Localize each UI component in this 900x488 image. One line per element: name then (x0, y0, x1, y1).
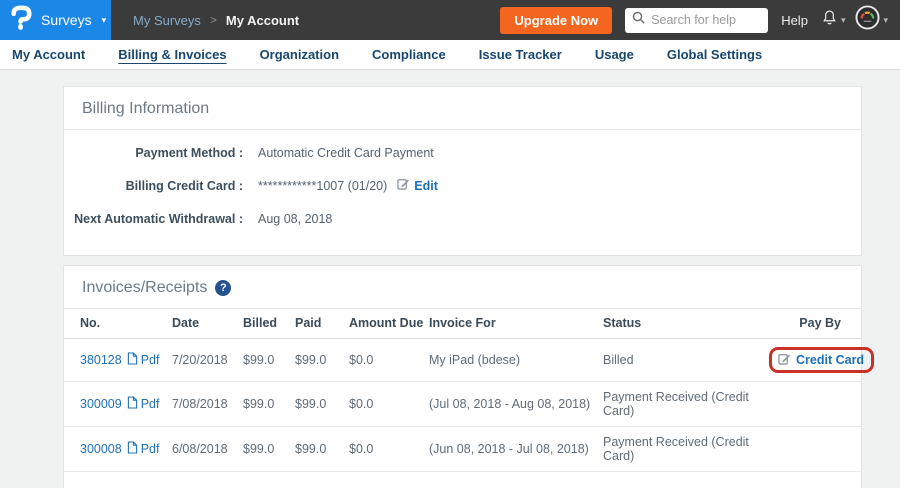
tab-my-account[interactable]: My Account (12, 47, 85, 62)
invoice-for: My iPad (bdese) (429, 339, 603, 382)
help-question-icon[interactable]: ? (215, 280, 231, 296)
invoice-pay-by (769, 427, 861, 472)
help-link[interactable]: Help (781, 13, 808, 28)
invoice-status: Payment Received (Credit Card) (603, 427, 769, 472)
table-row: 300008 Pdf (64, 427, 861, 472)
col-paid: Paid (295, 309, 349, 339)
upgrade-now-button[interactable]: Upgrade Now (500, 7, 612, 34)
col-billed: Billed (243, 309, 295, 339)
payment-method-row: Payment Method : Automatic Credit Card P… (64, 144, 861, 163)
pdf-file-icon (127, 441, 138, 457)
tab-issue-tracker[interactable]: Issue Tracker (479, 47, 562, 62)
chevron-down-icon: ▾ (841, 15, 846, 26)
invoice-date: 7/20/2018 (172, 339, 243, 382)
pdf-link[interactable]: Pdf (127, 396, 160, 412)
invoices-panel-title: Invoices/Receipts (82, 279, 207, 297)
product-label: Surveys (41, 12, 92, 28)
invoice-for: (Jul 08, 2018 - Aug 08, 2018) (429, 382, 603, 427)
next-withdrawal-row: Next Automatic Withdrawal : Aug 08, 2018 (64, 210, 861, 229)
tab-organization[interactable]: Organization (260, 47, 339, 62)
invoice-paid: $99.0 (295, 382, 349, 427)
payment-method-label: Payment Method : (64, 144, 243, 163)
pdf-file-icon (127, 396, 138, 412)
invoice-date: 6/08/2018 (172, 427, 243, 472)
edit-link-label[interactable]: Edit (414, 177, 438, 196)
tab-billing-invoices[interactable]: Billing & Invoices (118, 47, 226, 62)
invoice-number-link[interactable]: 300009 (80, 397, 122, 411)
questionpro-logo-icon (10, 4, 32, 36)
pdf-link-label[interactable]: Pdf (141, 353, 160, 367)
breadcrumb-separator: > (210, 13, 217, 27)
chevron-down-icon: ▾ (102, 15, 107, 26)
invoice-amount-due: $0.0 (349, 382, 429, 427)
edit-icon (397, 177, 410, 196)
billing-credit-card-value: ************1007 (01/20) (258, 177, 387, 196)
breadcrumb: My Surveys > My Account (133, 13, 299, 28)
breadcrumb-current: My Account (226, 13, 299, 28)
invoice-billed: $99.0 (243, 339, 295, 382)
next-withdrawal-label: Next Automatic Withdrawal : (64, 210, 243, 229)
account-nav-tabs: My Account Billing & Invoices Organizati… (0, 40, 900, 70)
edit-credit-card-link[interactable]: Edit (397, 177, 438, 196)
pay-by-link-label[interactable]: Credit Card (796, 353, 864, 367)
chevron-down-icon: ▾ (883, 15, 888, 26)
invoice-billed: $99.0 (243, 427, 295, 472)
col-no: No. (64, 309, 172, 339)
next-withdrawal-value: Aug 08, 2018 (258, 210, 332, 229)
invoice-amount-due: $0.0 (349, 427, 429, 472)
invoices-header-row: No. Date Billed Paid Amount Due Invoice … (64, 309, 861, 339)
invoice-pay-by (769, 382, 861, 427)
col-status: Status (603, 309, 769, 339)
billing-credit-card-label: Billing Credit Card : (64, 177, 243, 196)
invoice-status: Payment Received (Credit Card) (603, 382, 769, 427)
bell-icon (821, 8, 838, 32)
tab-usage[interactable]: Usage (595, 47, 634, 62)
invoice-for: (Jun 08, 2018 - Jul 08, 2018) (429, 427, 603, 472)
col-invoice-for: Invoice For (429, 309, 603, 339)
search-input[interactable] (651, 13, 761, 27)
page-content: Billing Information Payment Method : Aut… (0, 70, 900, 488)
payment-method-value: Automatic Credit Card Payment (258, 144, 434, 163)
invoice-billed: $99.0 (243, 382, 295, 427)
col-amount-due: Amount Due (349, 309, 429, 339)
invoices-receipts-panel: Invoices/Receipts ? No. Date Billed Paid… (63, 265, 862, 488)
tab-global-settings[interactable]: Global Settings (667, 47, 762, 62)
annotation-highlight-box: Credit Card (769, 347, 874, 373)
invoice-status: Billed (603, 339, 769, 382)
pdf-link-label[interactable]: Pdf (141, 442, 160, 456)
top-bar: Surveys ▾ My Surveys > My Account Upgrad… (0, 0, 900, 40)
pay-by-credit-card-link[interactable]: Credit Card (778, 352, 864, 368)
product-menu[interactable]: Surveys ▾ (0, 0, 111, 40)
panel-bottom-padding (64, 472, 861, 488)
help-search-box[interactable] (625, 8, 768, 33)
billing-credit-card-row: Billing Credit Card : ************1007 (… (64, 177, 861, 196)
billing-panel-title: Billing Information (82, 100, 209, 118)
invoice-number-link[interactable]: 300008 (80, 442, 122, 456)
billing-information-panel: Billing Information Payment Method : Aut… (63, 86, 862, 256)
col-pay-by: Pay By (769, 309, 861, 339)
table-row: 380128 Pdf (64, 339, 861, 382)
table-row: 300009 Pdf (64, 382, 861, 427)
account-menu[interactable]: ▾ (855, 5, 888, 35)
invoice-paid: $99.0 (295, 427, 349, 472)
pdf-link[interactable]: Pdf (127, 441, 160, 457)
search-icon (632, 11, 645, 29)
invoice-paid: $99.0 (295, 339, 349, 382)
pdf-link[interactable]: Pdf (127, 352, 160, 368)
edit-icon (778, 352, 791, 368)
tab-compliance[interactable]: Compliance (372, 47, 446, 62)
invoices-table: No. Date Billed Paid Amount Due Invoice … (64, 309, 861, 472)
pdf-link-label[interactable]: Pdf (141, 397, 160, 411)
invoice-amount-due: $0.0 (349, 339, 429, 382)
avatar (855, 5, 880, 35)
notifications-menu[interactable]: ▾ (821, 8, 846, 32)
invoice-date: 7/08/2018 (172, 382, 243, 427)
pdf-file-icon (127, 352, 138, 368)
invoice-number-link[interactable]: 380128 (80, 353, 122, 367)
screen: Surveys ▾ My Surveys > My Account Upgrad… (0, 0, 900, 488)
breadcrumb-my-surveys[interactable]: My Surveys (133, 13, 201, 28)
col-date: Date (172, 309, 243, 339)
